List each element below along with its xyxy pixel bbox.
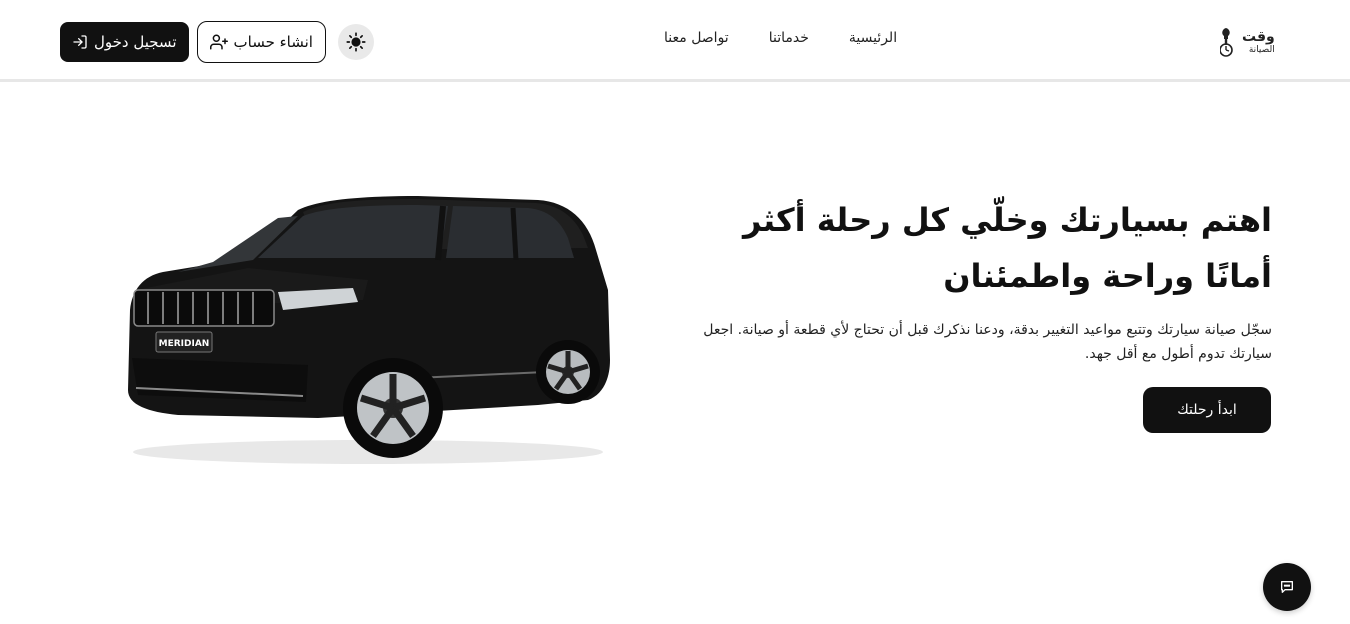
main-nav: تواصل معنا خدماتنا الرئيسية bbox=[664, 30, 897, 46]
suv-car-image: MERIDIAN bbox=[128, 196, 610, 464]
brand-logo[interactable]: وقت الصيانة bbox=[1220, 24, 1276, 60]
login-icon bbox=[73, 34, 87, 49]
rear-wheel bbox=[536, 340, 600, 404]
logo-main-text: وقت bbox=[1242, 28, 1275, 45]
login-button[interactable]: تسجيل دخول bbox=[60, 21, 189, 62]
nav-item-services[interactable]: خدماتنا bbox=[769, 30, 809, 46]
hero-text-block: اهتم بسيارتك وخلّي كل رحلة أكثر أمانًا و… bbox=[690, 192, 1272, 366]
header-actions: تسجيل دخول انشاء حساب bbox=[60, 20, 374, 63]
chat-icon bbox=[1281, 581, 1293, 593]
hero-description: سجّل صيانة سيارتك وتتبع مواعيد التغيير ب… bbox=[703, 322, 1272, 362]
front-wheel bbox=[343, 358, 443, 458]
hero-title: اهتم بسيارتك وخلّي كل رحلة أكثر أمانًا و… bbox=[743, 201, 1272, 295]
add-user-icon bbox=[209, 34, 228, 49]
top-navbar: تسجيل دخول انشاء حساب تواصل معنا خدماتنا… bbox=[0, 0, 1350, 82]
login-label: تسجيل دخول bbox=[94, 32, 177, 51]
sun-icon bbox=[346, 31, 366, 52]
nav-item-contact[interactable]: تواصل معنا bbox=[664, 30, 729, 46]
logo-text: وقت الصيانة bbox=[1242, 30, 1275, 55]
register-label: انشاء حساب bbox=[233, 32, 313, 51]
theme-toggle-button[interactable] bbox=[337, 23, 374, 60]
nav-item-home[interactable]: الرئيسية bbox=[849, 30, 897, 46]
car-badge-text: MERIDIAN bbox=[159, 339, 210, 349]
chat-button[interactable] bbox=[1263, 563, 1311, 611]
logo-sub-text: الصيانة bbox=[1248, 44, 1275, 55]
register-button[interactable]: انشاء حساب bbox=[196, 20, 326, 63]
start-journey-button[interactable]: ابدأ رحلتك bbox=[1143, 387, 1271, 433]
wrench-logo-icon bbox=[1220, 28, 1233, 57]
